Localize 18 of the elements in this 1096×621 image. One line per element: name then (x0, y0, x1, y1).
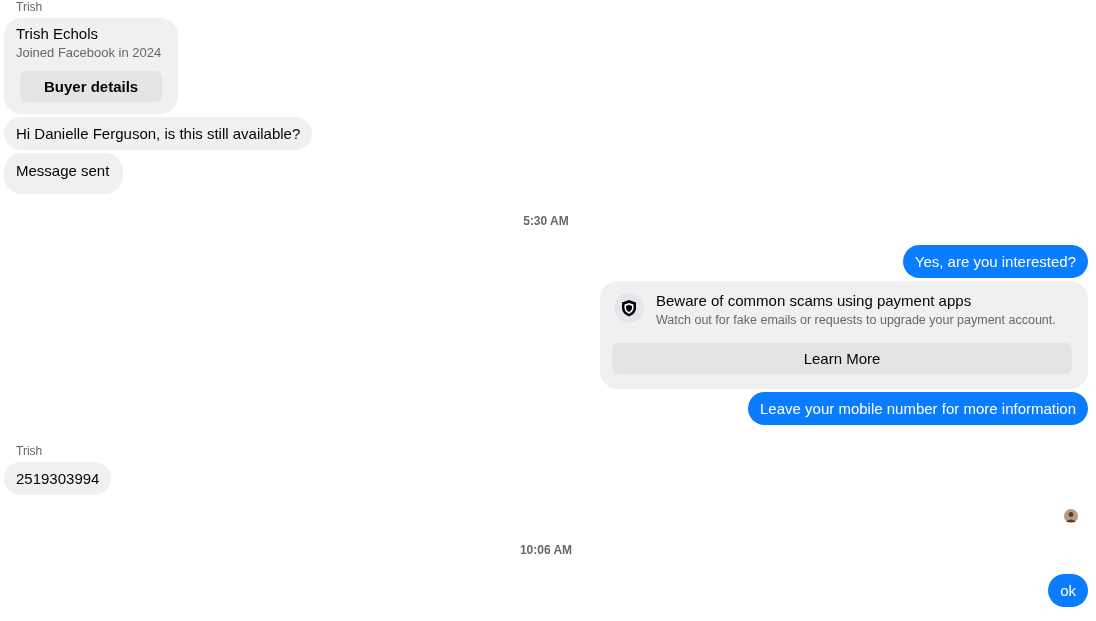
buyer-joined-text: Joined Facebook in 2024 (16, 44, 162, 62)
sender-name: Trish (15, 0, 43, 14)
warning-title: Beware of common scams using payment apps (656, 291, 973, 311)
message-bubble: Yes, are you interested? (902, 245, 1088, 278)
sender-name: Trish (15, 444, 43, 458)
message-bubble: Message sent (4, 153, 124, 194)
message-bubble: 2519303994 (4, 462, 112, 495)
seen-avatar (1064, 509, 1078, 523)
warning-text: Watch out for fake emails or requests to upgrade your payment account. (656, 312, 1056, 329)
buyer-name: Trish Echols (16, 24, 98, 44)
timestamp: 10:06 AM (519, 543, 573, 557)
message-bubble: Leave your mobile number for more information (748, 392, 1088, 425)
timestamp: 5:30 AM (523, 214, 569, 228)
learn-more-button[interactable]: Learn More (612, 343, 1072, 374)
message-bubble: ok (1048, 574, 1088, 607)
message-bubble: Hi Danielle Ferguson, is this still available? (4, 117, 313, 150)
shield-icon (614, 293, 644, 323)
buyer-details-button[interactable]: Buyer details (20, 71, 163, 102)
